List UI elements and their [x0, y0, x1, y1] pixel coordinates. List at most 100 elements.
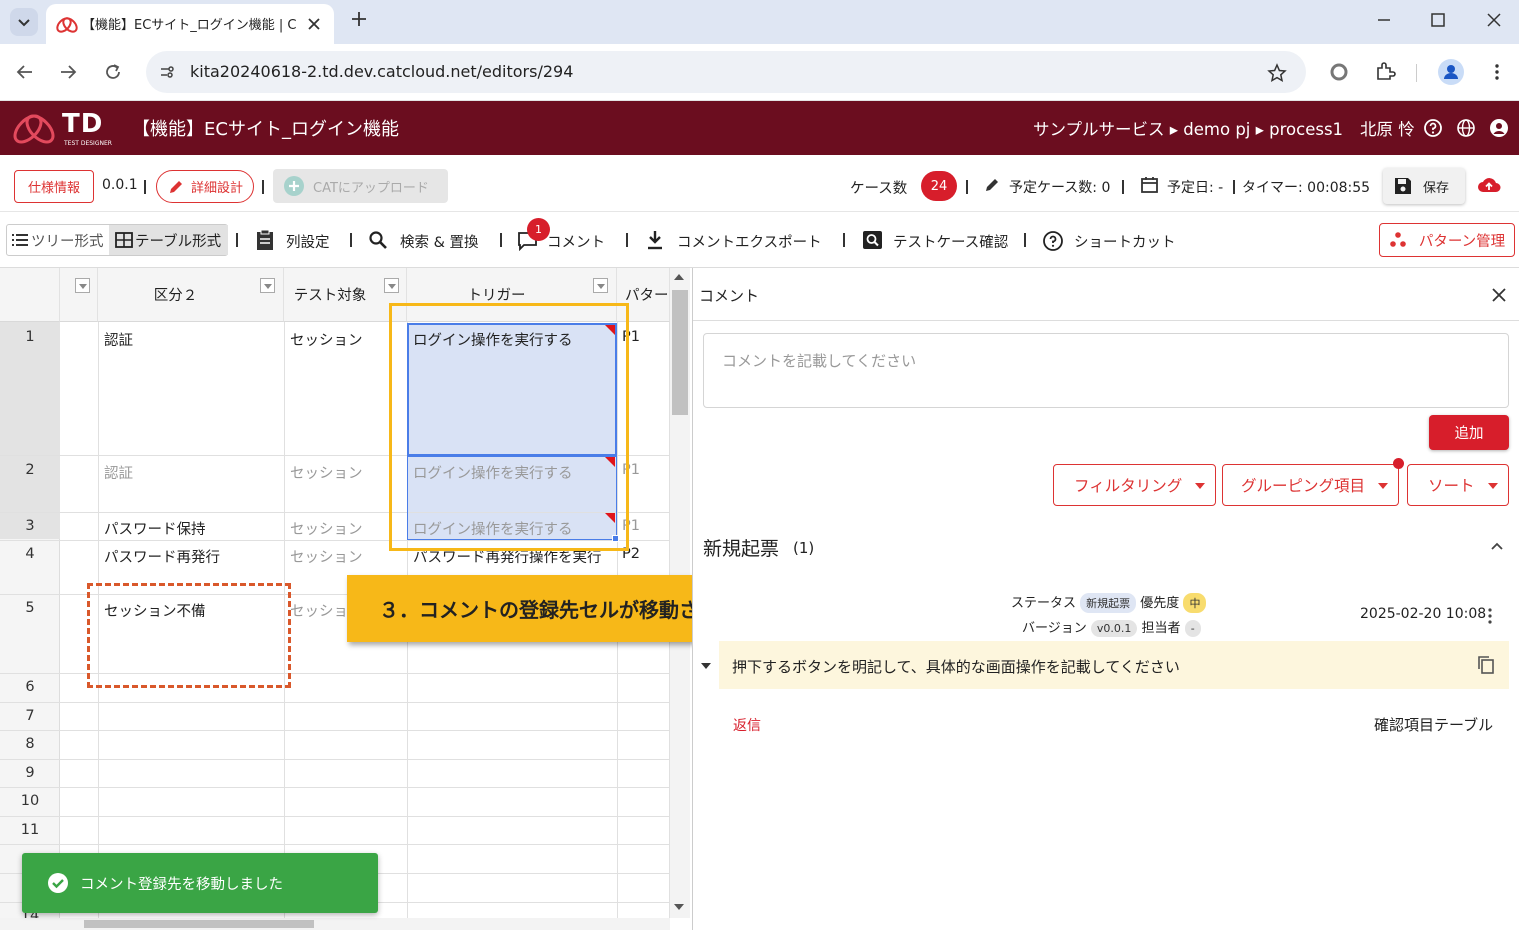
toast-message: コメント登録先を移動しました — [80, 877, 283, 893]
row-number[interactable]: 8 — [0, 736, 60, 752]
user-name[interactable]: 北原 怜 — [1360, 116, 1415, 140]
section-title: 新規起票 — [703, 538, 780, 560]
reply-link[interactable]: 返信 — [733, 715, 761, 735]
filter-select[interactable]: フィルタリング — [1053, 464, 1216, 506]
toast-notification: コメント登録先を移動しました — [22, 853, 378, 913]
row-number[interactable]: 4 — [0, 546, 60, 562]
version-chip: v0.0.1 — [1090, 620, 1138, 637]
target-table-label[interactable]: 確認項目テーブル — [1374, 714, 1493, 735]
row-number[interactable]: 9 — [0, 765, 60, 781]
status-label: ステータス — [1011, 596, 1077, 611]
cell-test-target[interactable]: セッション — [290, 518, 363, 539]
horizontal-scroll-thumb[interactable] — [84, 920, 314, 928]
extension-circle-icon[interactable] — [1328, 61, 1350, 83]
cell-category2[interactable]: パスワード保持 — [104, 518, 206, 539]
filter-test-target-icon[interactable] — [384, 278, 399, 293]
app-favicon-icon — [56, 17, 78, 33]
extensions-puzzle-icon[interactable] — [1374, 60, 1396, 82]
row-number[interactable]: 5 — [0, 600, 60, 616]
bookmark-star-icon[interactable] — [1266, 62, 1288, 84]
pattern-manage-label: パターン管理 — [1418, 233, 1506, 250]
shortcut-button[interactable]: ショートカット — [1074, 231, 1176, 252]
cell-test-target[interactable]: セッション — [290, 546, 363, 567]
collapse-arrow-icon[interactable] — [699, 660, 713, 672]
filter-col-1-icon[interactable] — [75, 278, 90, 293]
cloud-upload-icon[interactable] — [1477, 175, 1501, 195]
spec-info-button[interactable]: 仕様情報 — [14, 170, 94, 203]
new-tab-icon[interactable] — [349, 9, 369, 29]
testcase-check-icon — [863, 231, 882, 249]
sort-select[interactable]: ソート — [1407, 464, 1509, 506]
horizontal-scrollbar[interactable] — [0, 918, 670, 930]
chevron-up-icon[interactable] — [1489, 538, 1505, 554]
address-bar[interactable]: kita20240618-2.td.dev.catcloud.net/edito… — [146, 51, 1306, 93]
browser-tab[interactable]: 【機能】ECサイト_ログイン機能 | CAT — [46, 4, 334, 44]
comment-button[interactable]: コメント — [547, 231, 605, 252]
tree-view-button[interactable]: ツリー形式 — [7, 225, 109, 255]
close-icon[interactable] — [1490, 286, 1508, 304]
forward-icon[interactable] — [57, 61, 79, 83]
reload-icon[interactable] — [102, 61, 124, 83]
row-number[interactable]: 7 — [0, 708, 60, 724]
testcase-check-button[interactable]: テストケース確認 — [893, 231, 1008, 252]
cell-test-target[interactable]: セッション — [290, 462, 363, 483]
vertical-scroll-thumb[interactable] — [672, 290, 688, 415]
row-number[interactable]: 2 — [0, 462, 60, 478]
tab-list-button[interactable] — [10, 8, 38, 36]
comment-panel-title: コメント — [699, 287, 760, 305]
search-replace-button[interactable]: 検索 & 置換 — [400, 231, 479, 252]
scroll-down-icon[interactable] — [674, 904, 684, 910]
row-number[interactable]: 11 — [0, 822, 60, 838]
minimize-icon[interactable] — [1372, 8, 1396, 32]
filter-category2-icon[interactable] — [260, 278, 275, 293]
row-number[interactable]: 6 — [0, 679, 60, 695]
pencil-icon — [986, 179, 998, 191]
maximize-icon[interactable] — [1426, 8, 1450, 32]
cell-test-target[interactable]: セッション — [290, 329, 363, 350]
comment-export-button[interactable]: コメントエクスポート — [677, 231, 822, 252]
cell-category2[interactable]: 認証 — [104, 462, 133, 483]
filter-trigger-icon[interactable] — [593, 278, 608, 293]
profile-avatar[interactable] — [1438, 59, 1464, 85]
table-icon — [115, 232, 133, 248]
cell-category2[interactable]: パスワード再発行 — [104, 546, 220, 567]
back-icon[interactable] — [14, 61, 36, 83]
browser-menu-icon[interactable] — [1486, 61, 1508, 83]
scroll-up-icon[interactable] — [674, 274, 684, 280]
cat-upload-button[interactable]: CATにアップロード — [273, 169, 448, 203]
row-number[interactable]: 1 — [0, 329, 60, 345]
column-settings-button[interactable]: 列設定 — [286, 231, 330, 252]
table-view-button[interactable]: テーブル形式 — [109, 225, 228, 255]
page-title: 【機能】ECサイト_ログイン機能 — [132, 119, 399, 140]
header-col-1[interactable] — [60, 268, 98, 322]
save-button[interactable]: 保存 — [1383, 168, 1465, 204]
cell-category2[interactable]: 認証 — [104, 329, 133, 350]
add-comment-button[interactable]: 追加 — [1429, 415, 1509, 450]
planned-date: 予定日: - — [1167, 180, 1224, 196]
language-globe-icon[interactable] — [1456, 118, 1476, 138]
list-icon — [12, 234, 28, 246]
row-number[interactable]: 10 — [0, 793, 60, 809]
browser-toolbar: kita20240618-2.td.dev.catcloud.net/edito… — [0, 44, 1519, 101]
pattern-manage-button[interactable]: パターン管理 — [1379, 223, 1515, 257]
breadcrumb[interactable]: サンプルサービス ▸ demo pj ▸ process1 — [1033, 116, 1343, 140]
detail-design-button[interactable]: 詳細設計 — [156, 170, 254, 203]
grouping-active-dot — [1393, 458, 1404, 469]
copy-icon[interactable] — [1477, 655, 1495, 675]
tree-view-label: ツリー形式 — [31, 233, 104, 250]
help-icon[interactable] — [1423, 118, 1443, 138]
chevron-down-icon — [1195, 483, 1205, 489]
header-category2[interactable]: 区分２ — [98, 268, 284, 322]
assignee-label: 担当者 — [1141, 621, 1181, 636]
more-vert-icon[interactable] — [1484, 606, 1496, 626]
grouping-select[interactable]: グルーピング項目 — [1222, 464, 1399, 506]
chevron-down-icon — [1488, 483, 1498, 489]
row-number[interactable]: 3 — [0, 518, 60, 534]
site-info-icon[interactable] — [158, 63, 176, 81]
comment-text: 押下するボタンを明記して、具体的な画面操作を記載してください — [732, 658, 1180, 676]
window-close-icon[interactable] — [1482, 8, 1506, 32]
comment-input[interactable]: コメントを記載してください — [703, 333, 1509, 408]
person-icon — [1444, 65, 1458, 79]
account-icon[interactable] — [1489, 118, 1509, 138]
close-icon[interactable] — [304, 14, 324, 34]
